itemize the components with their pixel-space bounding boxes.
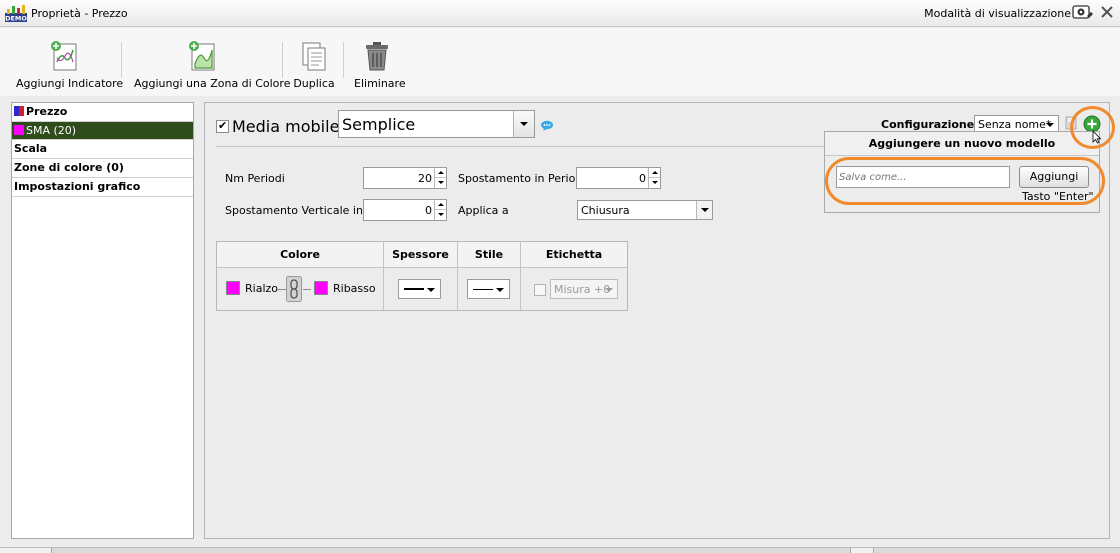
style-cell bbox=[458, 268, 521, 310]
apply-to-label: Applica a bbox=[458, 204, 509, 217]
moving-average-checkbox[interactable]: ✔ bbox=[216, 119, 229, 133]
window-title: Proprietà - Prezzo bbox=[31, 7, 128, 20]
label-select[interactable]: Misura +0 bbox=[550, 279, 618, 299]
decrement-icon[interactable] bbox=[649, 178, 660, 188]
label-checkbox[interactable] bbox=[534, 284, 546, 296]
moving-average-label: Media mobile bbox=[232, 117, 340, 136]
fall-label: Ribasso bbox=[333, 282, 376, 295]
style-column-header: Stile bbox=[458, 242, 521, 268]
configuration-label: Configurazione: bbox=[881, 118, 979, 131]
thickness-select[interactable] bbox=[398, 279, 441, 299]
periods-label: Nm Periodi bbox=[225, 172, 285, 185]
tree-item-chart-settings[interactable]: Impostazioni grafico bbox=[12, 178, 193, 197]
tree-item-price[interactable]: Prezzo bbox=[12, 103, 193, 122]
toolbar: Aggiungi Indicatore Aggiungi una Zona di… bbox=[0, 28, 1120, 96]
label-cell: Misura +0 bbox=[521, 268, 627, 310]
sma-color-icon bbox=[14, 125, 24, 135]
color-column-header: Colore bbox=[217, 242, 384, 268]
toolbar-separator bbox=[343, 42, 344, 78]
fall-color-swatch[interactable] bbox=[314, 281, 328, 295]
add-indicator-icon bbox=[51, 41, 77, 71]
increment-icon[interactable] bbox=[435, 200, 446, 210]
toolbar-separator bbox=[282, 42, 283, 78]
dropdown-arrow-icon[interactable] bbox=[513, 111, 534, 137]
bottom-tab[interactable] bbox=[0, 548, 52, 553]
vertical-shift-stepper[interactable]: 0 bbox=[363, 199, 447, 221]
solid-line-icon bbox=[473, 289, 493, 290]
mouse-cursor-icon bbox=[1092, 130, 1102, 144]
bottom-tab[interactable] bbox=[850, 548, 874, 553]
dropdown-arrow-icon[interactable] bbox=[696, 201, 712, 219]
annotation-ellipse bbox=[825, 157, 1105, 205]
add-indicator-button[interactable]: Aggiungi Indicatore bbox=[16, 40, 123, 94]
period-shift-stepper[interactable]: 0 bbox=[576, 167, 661, 189]
popup-title: Aggiungere un nuovo modello bbox=[825, 132, 1099, 156]
properties-tree: Prezzo SMA (20) Scala Zone di colore (0)… bbox=[11, 102, 194, 539]
view-mode-icon[interactable] bbox=[1072, 4, 1094, 22]
apply-to-select[interactable]: Chiusura bbox=[577, 200, 713, 220]
rise-label: Rialzo bbox=[245, 282, 278, 295]
dropdown-arrow-icon bbox=[1046, 123, 1054, 127]
tree-item-color-zones[interactable]: Zone di colore (0) bbox=[12, 159, 193, 178]
decrement-icon[interactable] bbox=[435, 210, 446, 220]
help-bubble-icon[interactable] bbox=[540, 120, 554, 131]
period-shift-label: Spostamento in Periodo bbox=[458, 172, 590, 185]
periods-stepper[interactable]: 20 bbox=[363, 167, 447, 189]
thick-line-icon bbox=[404, 288, 424, 290]
add-color-zone-button[interactable]: Aggiungi una Zona di Colore bbox=[134, 40, 290, 94]
delete-button[interactable]: Eliminare bbox=[354, 40, 406, 94]
thickness-column-header: Spessore bbox=[384, 242, 458, 268]
rise-color-swatch[interactable] bbox=[226, 281, 240, 295]
line-style-select[interactable] bbox=[467, 279, 510, 299]
style-table: Colore Spessore Stile Etichetta Rialzo R… bbox=[216, 241, 628, 311]
ma-type-select[interactable]: Semplice bbox=[338, 110, 535, 138]
duplicate-icon bbox=[302, 42, 326, 71]
label-column-header: Etichetta bbox=[521, 242, 627, 268]
demo-logo-icon: DEMO bbox=[5, 5, 27, 23]
color-cell: Rialzo Ribasso bbox=[217, 268, 384, 310]
close-icon[interactable] bbox=[1100, 5, 1114, 19]
tree-item-scale[interactable]: Scala bbox=[12, 140, 193, 159]
vertical-shift-label: Spostamento Verticale in % bbox=[225, 204, 377, 217]
trash-icon bbox=[366, 42, 388, 71]
add-color-zone-icon bbox=[189, 41, 215, 71]
thickness-cell bbox=[384, 268, 458, 310]
decrement-icon[interactable] bbox=[435, 178, 446, 188]
status-strip bbox=[0, 547, 1120, 553]
link-colors-icon[interactable] bbox=[286, 276, 302, 302]
check-icon: ✔ bbox=[218, 119, 228, 132]
increment-icon[interactable] bbox=[649, 168, 660, 178]
view-mode-label[interactable]: Modalità di visualizzazione bbox=[924, 7, 1071, 20]
price-color-icon bbox=[14, 106, 24, 116]
title-bar: DEMO Proprietà - Prezzo Modalità di visu… bbox=[0, 0, 1120, 27]
increment-icon[interactable] bbox=[435, 168, 446, 178]
toolbar-separator bbox=[121, 42, 122, 78]
svg-text:DEMO: DEMO bbox=[5, 15, 27, 23]
tree-item-sma[interactable]: SMA (20) bbox=[12, 122, 193, 140]
duplicate-button[interactable]: Duplica bbox=[292, 40, 336, 94]
